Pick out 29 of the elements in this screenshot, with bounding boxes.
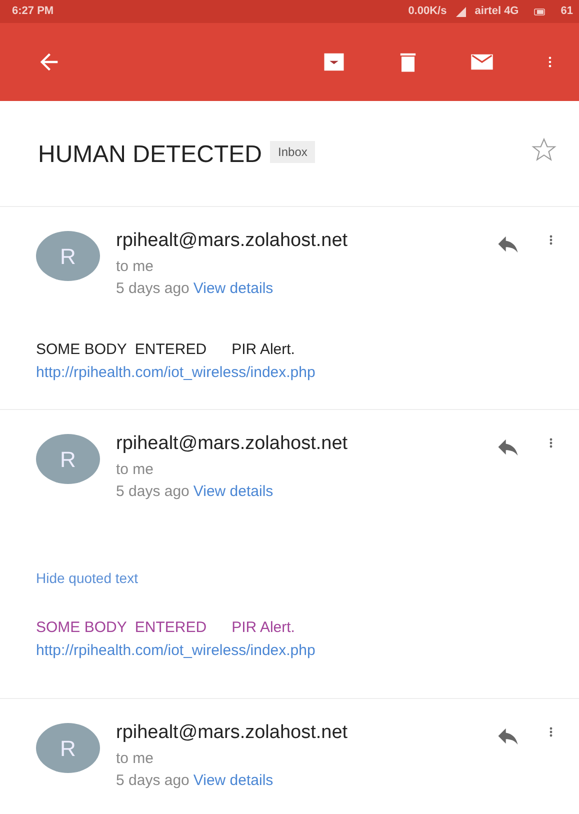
signal-icon [454, 6, 467, 18]
star-button[interactable] [531, 137, 557, 163]
message-link[interactable]: http://rpihealth.com/iot_wireless/index.php [36, 364, 316, 381]
carrier-text: airtel 4G [474, 4, 519, 20]
details-link[interactable]: View details [193, 481, 274, 504]
sender-text: rpihealt@mars.zolahost.net [116, 721, 349, 745]
avatar: R [36, 723, 100, 773]
message-text: SOME BODY ENTERED PIR Alert. [36, 340, 296, 360]
label-tag: Inbox [270, 141, 316, 163]
time-text: 5 days ago [116, 279, 190, 299]
clock-text: 6:27 PM [12, 4, 54, 20]
details-link[interactable]: View details [193, 278, 274, 300]
sender-text: rpihealt@mars.zolahost.net [116, 432, 349, 456]
hide-quoted-link[interactable]: Hide quoted text [36, 568, 138, 588]
message-link[interactable]: http://rpihealth.com/iot_wireless/index.php [36, 642, 316, 659]
sender-text: rpihealt@mars.zolahost.net [116, 229, 349, 253]
time-text: 5 days ago [116, 771, 190, 791]
recipient-text: to me [116, 256, 155, 276]
avatar: R [36, 434, 100, 484]
network-speed: 0.00K/s [408, 4, 447, 20]
star-icon [531, 137, 557, 163]
avatar: R [36, 231, 100, 281]
time-text: 5 days ago [116, 482, 190, 502]
recipient-text: to me [116, 460, 155, 480]
message-text: SOME BODY ENTERED PIR Alert. [36, 618, 296, 638]
recipient-text: to me [116, 748, 155, 768]
battery-text: 61 [560, 4, 573, 20]
subject-title: HUMAN DETECTED [38, 140, 262, 170]
details-link[interactable]: View details [193, 770, 274, 792]
